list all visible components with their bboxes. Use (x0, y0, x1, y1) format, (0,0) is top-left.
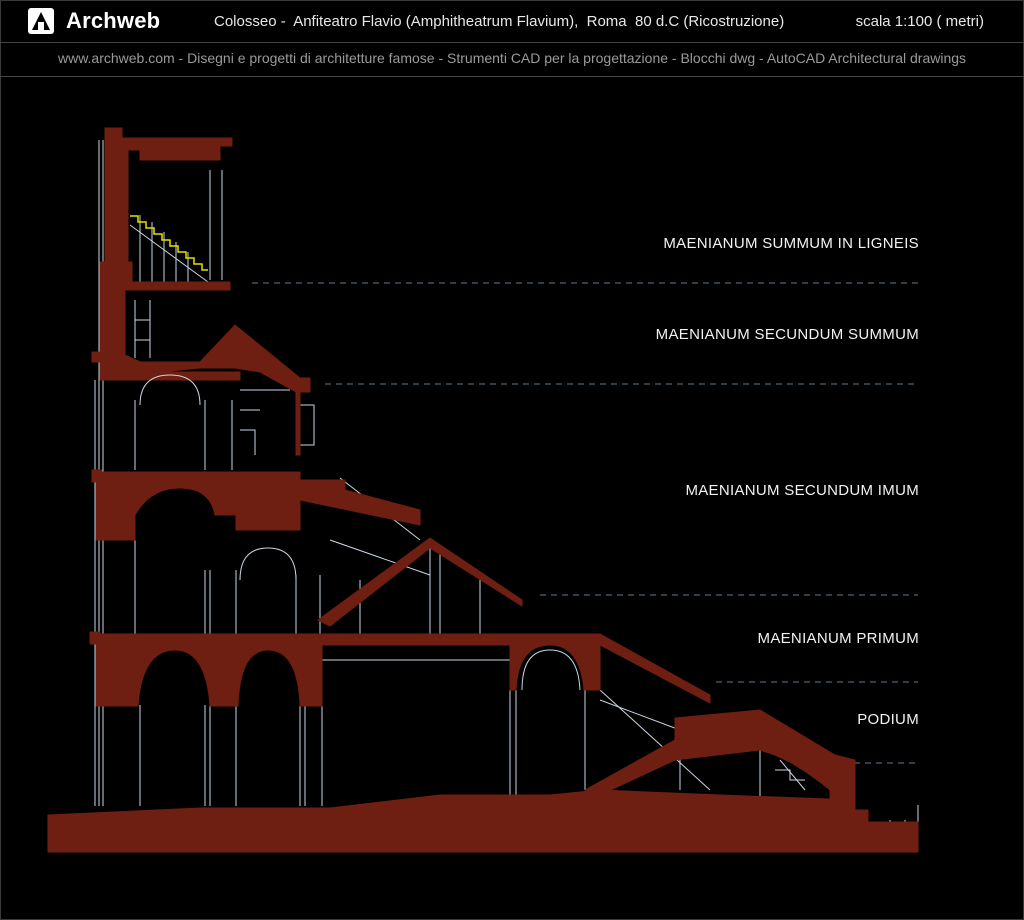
label-maenianum-secundum-imum: MAENIANUM SECUNDUM IMUM (685, 482, 919, 499)
label-maenianum-summum-in-ligneis: MAENIANUM SUMMUM IN LIGNEIS (663, 235, 919, 252)
label-maenianum-secundum-summum: MAENIANUM SECUNDUM SUMMUM (655, 326, 919, 343)
colosseum-section-drawing (47, 127, 919, 853)
label-maenianum-primum: MAENIANUM PRIMUM (757, 630, 919, 647)
timber-stair (130, 215, 208, 271)
label-podium: PODIUM (857, 711, 919, 728)
